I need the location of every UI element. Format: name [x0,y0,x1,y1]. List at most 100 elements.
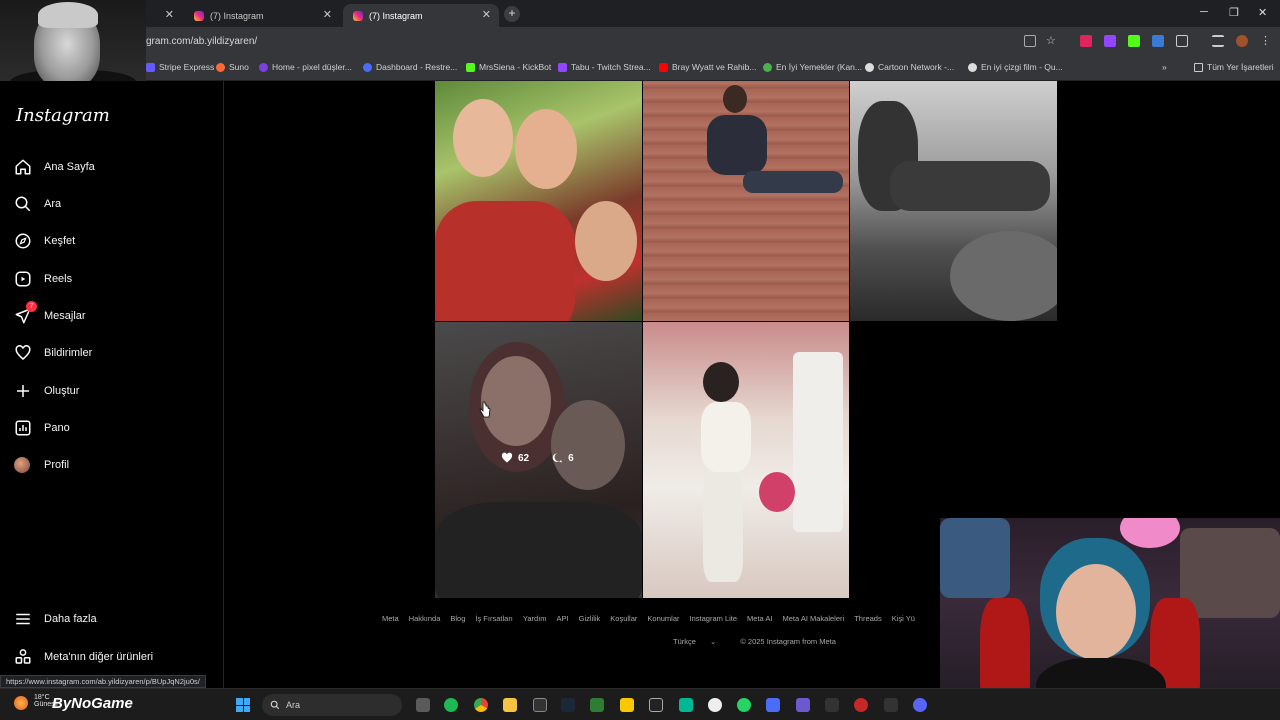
whatsapp-icon[interactable] [737,698,751,712]
media-control-icon[interactable] [1212,35,1224,47]
bookmark-item[interactable]: En iyi çizgi film - Qu... [968,62,1063,72]
spotify-icon[interactable] [444,698,458,712]
bookmark-item[interactable]: Tabu - Twitch Strea... [558,62,651,72]
footer-link[interactable]: Koşullar [610,614,637,623]
compass-icon [15,233,31,249]
nav-messages[interactable]: 7 Mesajlar [14,301,86,328]
profile-post-hovered[interactable]: 62 6 [435,322,642,598]
close-tab-icon[interactable]: ✕ [165,8,174,21]
bookmark-item[interactable]: Dashboard - Restre... [363,62,457,72]
footer-link[interactable]: Threads [854,614,882,623]
search-icon [15,196,31,212]
footer-link[interactable]: Meta AI [747,614,772,623]
bookmark-star-icon[interactable]: ☆ [1046,35,1058,47]
capcut-icon[interactable] [649,698,663,712]
nav-more[interactable]: Daha fazla [14,607,97,631]
chrome-icon[interactable] [474,698,488,712]
footer-link[interactable]: Konumlar [647,614,679,623]
extension-icon[interactable] [1104,35,1116,47]
all-bookmarks-folder[interactable]: Tüm Yer İşaretleri [1194,62,1274,72]
app-icon[interactable] [854,698,868,712]
footer-link[interactable]: Kişi Yü [892,614,915,623]
nav-profile[interactable]: Profil [14,453,69,477]
footer-meta: Türkçe ⌄ © 2025 Instagram from Meta [673,637,848,646]
app-icon[interactable] [590,698,604,712]
footer-link[interactable]: Meta [382,614,399,623]
discord-icon[interactable] [913,698,927,712]
install-app-icon[interactable] [1024,35,1036,47]
bookmark-item[interactable]: MrsSiena - KickBot [466,62,551,72]
footer-link[interactable]: Blog [450,614,465,623]
footer-link[interactable]: Gizlilik [579,614,601,623]
app-icon[interactable] [884,698,898,712]
nav-reels[interactable]: Reels [14,267,72,291]
footer-link[interactable]: Yardım [523,614,547,623]
obs-icon[interactable] [708,698,722,712]
close-window-icon[interactable]: ✕ [1258,6,1267,19]
bookmark-item[interactable]: Stripe Express [146,62,214,72]
address-bar: gram.com/ab.yildizyaren/ ☆ ⋮ [0,27,1280,57]
instagram-logo[interactable]: Instagram [16,105,110,126]
plus-icon [17,385,29,397]
footer-link[interactable]: Hakkında [409,614,441,623]
taskbar-search-input[interactable]: Ara [262,694,402,716]
task-view-icon[interactable] [416,698,430,712]
nav-dashboard[interactable]: Pano [14,416,70,440]
file-explorer-icon[interactable] [503,698,517,712]
app-icon[interactable] [796,698,810,712]
footer-link[interactable]: API [557,614,569,623]
bookmark-item[interactable]: Bray Wyatt ve Rahib... [659,62,756,72]
profile-post[interactable] [435,81,642,321]
windows-start-icon[interactable] [236,698,250,712]
steam-icon[interactable] [561,698,575,712]
instagram-sidebar: Instagram Ana Sayfa Ara Keşfet Reels 7 M… [0,81,224,688]
footer-link[interactable]: Instagram Lite [690,614,738,623]
nav-explore[interactable]: Keşfet [14,229,75,253]
language-select[interactable]: Türkçe ⌄ [673,637,728,646]
close-tab-icon[interactable]: ✕ [323,8,332,21]
app-icon[interactable] [679,698,693,712]
url-input[interactable]: gram.com/ab.yildizyaren/ [146,36,257,47]
bookmark-item[interactable]: Home - pixel düşler... [259,62,352,72]
new-tab-button[interactable]: + [504,6,520,22]
app-icon[interactable] [533,698,547,712]
comment-filled-icon [552,453,563,463]
avatar [14,457,30,473]
profile-post[interactable] [850,81,1057,321]
bookmark-item[interactable]: Cartoon Network -... [865,62,954,72]
browser-tab[interactable]: ✕ [146,4,182,27]
hamburger-menu-icon [16,613,30,625]
profile-avatar-icon[interactable] [1236,35,1248,47]
nav-notifications[interactable]: Bildirimler [14,341,92,365]
minimize-icon[interactable]: ─ [1200,6,1208,18]
profile-post[interactable] [643,81,849,321]
bookmark-item[interactable]: Suno [216,62,249,72]
nav-create[interactable]: Oluştur [14,379,79,403]
close-tab-icon[interactable]: ✕ [482,8,491,21]
browser-tab[interactable]: (7) Instagram ✕ [184,4,340,27]
more-bookmarks-icon[interactable]: » [1162,62,1167,72]
app-icon[interactable] [620,698,634,712]
extension-icon[interactable] [1128,35,1140,47]
app-icon[interactable] [766,698,780,712]
browser-tab-active[interactable]: (7) Instagram ✕ [343,4,499,27]
kick-icon [466,62,475,72]
stripe-icon [146,62,155,72]
dashboard-icon [15,420,31,436]
nav-home[interactable]: Ana Sayfa [14,155,95,179]
restore-icon[interactable]: ❐ [1229,6,1239,19]
portrait-overlay [0,0,146,92]
nav-meta-products[interactable]: Meta'nın diğer ürünleri [14,645,153,669]
extension-icon[interactable] [1152,35,1164,47]
bookmark-item[interactable]: En İyi Yemekler (Kan... [763,62,862,72]
extensions-puzzle-icon[interactable] [1176,35,1188,47]
profile-post[interactable] [643,322,849,598]
footer-link[interactable]: Meta AI Makaleleri [782,614,844,623]
nav-search[interactable]: Ara [14,192,61,216]
footer-link[interactable]: İş Fırsatları [475,614,513,623]
site-icon [865,62,874,72]
chevron-down-icon: ⌄ [710,637,717,646]
app-icon[interactable] [825,698,839,712]
extension-icon[interactable] [1080,35,1092,47]
menu-dots-icon[interactable]: ⋮ [1260,35,1272,47]
